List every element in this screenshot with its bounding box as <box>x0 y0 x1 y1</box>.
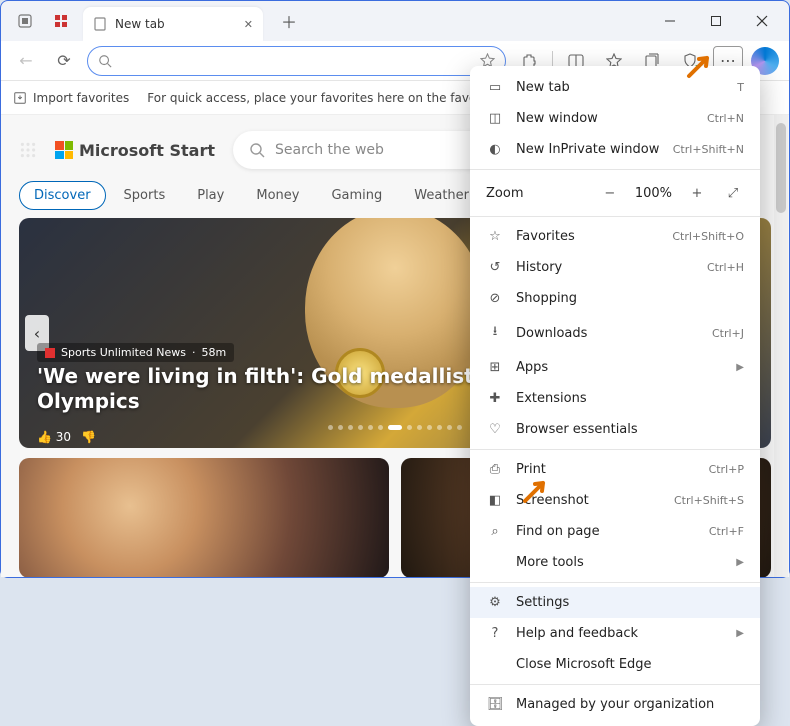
close-tab-icon[interactable]: ✕ <box>244 18 253 31</box>
zoom-value: 100% <box>635 186 672 201</box>
help-icon: ? <box>486 626 504 641</box>
fullscreen-button[interactable]: ⤢ <box>722 182 744 204</box>
find-icon: ⌕ <box>486 524 504 539</box>
menu-separator <box>470 216 760 217</box>
inprivate-icon: ◐ <box>486 142 504 157</box>
new-tab-button[interactable]: ＋ <box>275 7 303 35</box>
zoom-in-button[interactable]: + <box>686 182 708 204</box>
titlebar-left: New tab ✕ ＋ <box>5 1 303 41</box>
menu-help[interactable]: ? Help and feedback ▶ <box>470 618 760 649</box>
microsoft-start-logo[interactable]: Microsoft Start <box>55 141 215 160</box>
menu-managed[interactable]: 🗄 Managed by your organization <box>470 689 760 720</box>
gear-icon: ⚙ <box>486 595 504 610</box>
profile-icon[interactable] <box>11 7 39 35</box>
page-icon <box>93 17 107 31</box>
like-button[interactable]: 👍 30 <box>37 430 71 444</box>
source-logo-icon <box>45 348 55 358</box>
dislike-button[interactable]: 👎 <box>81 430 96 444</box>
carousel-dots[interactable] <box>328 425 462 430</box>
menu-separator <box>470 169 760 170</box>
menu-new-inprivate[interactable]: ◐ New InPrivate window Ctrl+Shift+N <box>470 134 760 165</box>
import-icon <box>13 91 27 105</box>
menu-separator <box>470 582 760 583</box>
menu-separator <box>470 684 760 685</box>
menu-new-tab[interactable]: ▭ New tab T <box>470 72 760 103</box>
downloads-icon: ⭳ <box>486 322 504 344</box>
menu-settings[interactable]: ⚙ Settings <box>470 587 760 618</box>
chevron-right-icon: ▶ <box>736 628 744 639</box>
tab-money[interactable]: Money <box>242 182 313 209</box>
tab-sports[interactable]: Sports <box>110 182 180 209</box>
source-age: 58m <box>201 346 226 359</box>
chevron-right-icon: ▶ <box>736 362 744 373</box>
window-controls <box>647 5 785 37</box>
menu-close-edge[interactable]: Close Microsoft Edge <box>470 649 760 680</box>
tab-title: New tab <box>115 17 165 31</box>
hero-source: Sports Unlimited News · 58m <box>37 343 234 362</box>
print-icon: ⎙ <box>486 462 504 477</box>
minimize-button[interactable] <box>647 5 693 37</box>
titlebar: New tab ✕ ＋ <box>1 1 789 41</box>
zoom-out-button[interactable]: − <box>599 182 621 204</box>
feed-card[interactable] <box>19 458 389 577</box>
menu-screenshot[interactable]: ◧ Screenshot Ctrl+Shift+S <box>470 485 760 516</box>
ms-start-text: Microsoft Start <box>79 141 215 160</box>
menu-zoom-row: Zoom − 100% + ⤢ <box>470 174 760 212</box>
import-favorites-link[interactable]: Import favorites <box>33 91 129 105</box>
menu-browser-essentials[interactable]: ♡ Browser essentials <box>470 414 760 445</box>
menu-downloads[interactable]: ⭳ Downloads Ctrl+J <box>470 314 760 352</box>
microsoft-logo-icon <box>55 141 73 159</box>
hero-reactions: 👍 30 👎 <box>37 430 96 448</box>
new-tab-icon: ▭ <box>486 80 504 95</box>
extensions-icon: ✚ <box>486 391 504 406</box>
tab-discover[interactable]: Discover <box>19 181 106 210</box>
menu-favorites[interactable]: ☆ Favorites Ctrl+Shift+O <box>470 221 760 252</box>
waffle-icon[interactable] <box>19 141 37 159</box>
menu-more-tools[interactable]: More tools ▶ <box>470 547 760 578</box>
menu-separator <box>470 449 760 450</box>
close-window-button[interactable] <box>739 5 785 37</box>
chevron-right-icon: ▶ <box>736 557 744 568</box>
tab-play[interactable]: Play <box>183 182 238 209</box>
address-bar[interactable] <box>87 46 506 76</box>
search-icon <box>98 54 112 68</box>
more-options-menu: ▭ New tab T ◫ New window Ctrl+N ◐ New In… <box>470 66 760 726</box>
back-button[interactable]: ← <box>11 46 41 76</box>
browser-tab[interactable]: New tab ✕ <box>83 7 263 41</box>
shopping-icon: ⊘ <box>486 291 504 306</box>
search-placeholder: Search the web <box>275 142 384 158</box>
star-icon: ☆ <box>486 229 504 244</box>
source-name: Sports Unlimited News <box>61 346 186 359</box>
menu-new-window[interactable]: ◫ New window Ctrl+N <box>470 103 760 134</box>
zoom-label: Zoom <box>486 186 585 201</box>
menu-shopping[interactable]: ⊘ Shopping <box>470 283 760 314</box>
window-icon: ◫ <box>486 111 504 126</box>
vertical-scrollbar[interactable] <box>774 115 788 577</box>
heart-icon: ♡ <box>486 422 504 437</box>
address-input[interactable] <box>120 53 472 68</box>
history-icon: ↺ <box>486 260 504 275</box>
refresh-button[interactable]: ⟳ <box>49 46 79 76</box>
menu-find[interactable]: ⌕ Find on page Ctrl+F <box>470 516 760 547</box>
menu-print[interactable]: ⎙ Print Ctrl+P <box>470 454 760 485</box>
workspaces-icon[interactable] <box>47 7 75 35</box>
search-icon <box>249 142 265 158</box>
screenshot-icon: ◧ <box>486 493 504 508</box>
apps-icon: ⊞ <box>486 360 504 375</box>
menu-apps[interactable]: ⊞ Apps ▶ <box>470 352 760 383</box>
scrollbar-thumb[interactable] <box>776 123 786 213</box>
maximize-button[interactable] <box>693 5 739 37</box>
menu-history[interactable]: ↺ History Ctrl+H <box>470 252 760 283</box>
menu-extensions[interactable]: ✚ Extensions <box>470 383 760 414</box>
tab-gaming[interactable]: Gaming <box>317 182 396 209</box>
briefcase-icon: 🗄 <box>486 697 504 712</box>
